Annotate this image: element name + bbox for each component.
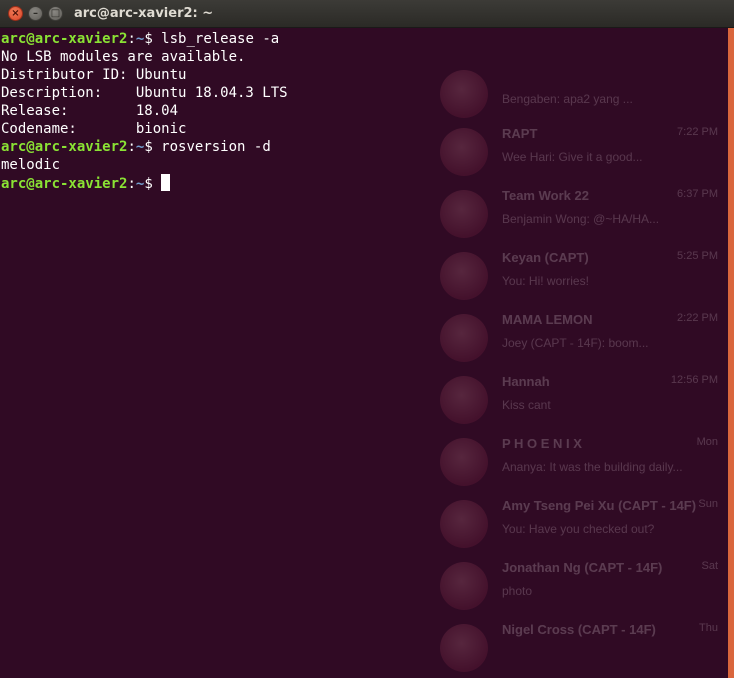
terminal-window: × – □ arc@arc-xavier2: ~ Bengaben: apa2 …: [0, 0, 734, 678]
prompt-symbol: $: [144, 139, 162, 155]
close-icon[interactable]: ×: [8, 6, 23, 21]
chat-message: Joey (CAPT - 14F): boom...: [502, 336, 649, 350]
avatar: [440, 624, 488, 672]
command-line: arc@arc-xavier2:~$ rosversion -d: [1, 138, 721, 156]
chat-item: Jonathan Ng (CAPT - 14F) photo Sat: [418, 552, 730, 614]
chat-time: Thu: [699, 622, 718, 634]
chat-time: 12:56 PM: [670, 374, 718, 386]
avatar: [440, 314, 488, 362]
chat-name: P H O E N I X: [502, 436, 582, 451]
chat-name: Nigel Cross (CAPT - 14F): [502, 622, 656, 637]
output-line: Description: Ubuntu 18.04.3 LTS: [1, 85, 288, 101]
maximize-icon[interactable]: □: [48, 6, 63, 21]
chat-item: Keyan (CAPT) You: Hi! worries! 5:25 PM: [418, 242, 730, 304]
chat-item: MAMA LEMON Joey (CAPT - 14F): boom... 2:…: [418, 304, 730, 366]
output-line: melodic: [1, 157, 61, 173]
chat-name: Amy Tseng Pei Xu (CAPT - 14F): [502, 498, 697, 513]
chat-name: Keyan (CAPT): [502, 250, 589, 265]
prompt-separator: :: [127, 31, 136, 47]
scrollbar[interactable]: [728, 28, 734, 678]
chat-time: Sat: [701, 560, 718, 572]
chat-name: Hannah: [502, 374, 550, 389]
chat-message: Kiss cant: [502, 398, 551, 412]
prompt-user: arc@arc-xavier2: [1, 139, 128, 155]
command-text: rosversion -d: [161, 139, 271, 155]
chat-time: 5:25 PM: [677, 250, 718, 262]
chat-time: Mon: [696, 436, 718, 448]
chat-message: You: Have you checked out?: [502, 522, 655, 536]
prompt-symbol: $: [144, 176, 162, 192]
avatar: [440, 376, 488, 424]
prompt-user: arc@arc-xavier2: [1, 31, 128, 47]
chat-message: You: Hi! worries!: [502, 274, 589, 288]
chat-item: Amy Tseng Pei Xu (CAPT - 14F) You: Have …: [418, 490, 730, 552]
prompt-separator: :: [127, 139, 136, 155]
chat-message: Ananya: It was the building daily...: [502, 460, 683, 474]
chat-time: Sun: [698, 498, 718, 510]
chat-message: photo: [502, 584, 533, 598]
avatar: [440, 562, 488, 610]
command-text: lsb_release -a: [161, 31, 280, 47]
chat-item: P H O E N I X Ananya: It was the buildin…: [418, 428, 730, 490]
chat-name: Jonathan Ng (CAPT - 14F): [502, 560, 663, 575]
window-title: arc@arc-xavier2: ~: [74, 6, 214, 21]
output-line: No LSB modules are available.: [1, 49, 246, 65]
avatar: [440, 438, 488, 486]
avatar: [440, 252, 488, 300]
prompt-symbol: $: [144, 31, 162, 47]
prompt-separator: :: [127, 176, 136, 192]
avatar: [440, 500, 488, 548]
output-line: Distributor ID: Ubuntu: [1, 67, 187, 83]
chat-item: Nigel Cross (CAPT - 14F) Thu: [418, 614, 730, 676]
title-bar[interactable]: × – □ arc@arc-xavier2: ~: [0, 0, 734, 28]
chat-item: Hannah Kiss cant 12:56 PM: [418, 366, 730, 428]
minimize-icon[interactable]: –: [28, 6, 43, 21]
terminal-output[interactable]: arc@arc-xavier2:~$ lsb_release -a No LSB…: [1, 30, 721, 192]
text-cursor: [161, 174, 171, 191]
prompt-user: arc@arc-xavier2: [1, 176, 128, 192]
output-line: Codename: bionic: [1, 121, 187, 137]
command-line: arc@arc-xavier2:~$ lsb_release -a: [1, 30, 721, 48]
chat-time: 2:22 PM: [677, 312, 718, 324]
output-line: Release: 18.04: [1, 103, 179, 119]
command-line[interactable]: arc@arc-xavier2:~$: [1, 174, 721, 192]
avatar: [440, 190, 488, 238]
chat-message: Benjamin Wong: @~HA/HA...: [502, 212, 660, 226]
chat-name: MAMA LEMON: [502, 312, 593, 327]
